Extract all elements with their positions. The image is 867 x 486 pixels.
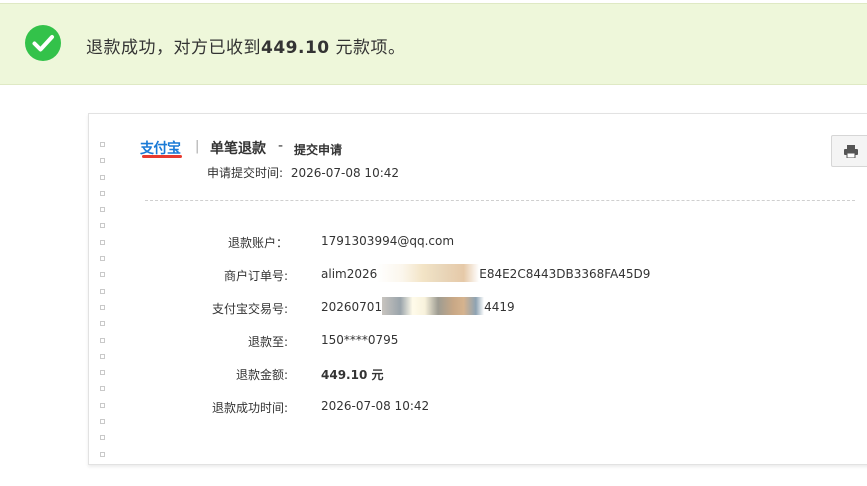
field-label: 退款成功时间: [211, 401, 288, 415]
success-banner: 退款成功，对方已收到449.10 元款项。 [0, 3, 867, 85]
print-button[interactable] [831, 135, 867, 167]
refund-success-time-value: 2026-07-08 10:42 [321, 399, 430, 413]
field-label: 退款金额: [235, 368, 288, 382]
check-circle-icon [25, 25, 61, 61]
refund-amount: 449.10 [261, 38, 330, 58]
field-label: 商户订单号: [223, 269, 288, 283]
success-message: 退款成功，对方已收到449.10 元款项。 [86, 38, 406, 58]
submit-time-value: 2026-07-08 10:42 [290, 166, 400, 180]
refund-receipt: 支付宝 | 单笔退款 - 提交申请 申请提交时间: 2026-07-08 10:… [88, 113, 867, 465]
printer-icon [844, 145, 858, 158]
title-dash: - [278, 138, 284, 154]
field-row: 退款金额: 449.10 元 [89, 366, 789, 386]
field-row: 退款成功时间: 2026-07-08 10:42 [89, 399, 789, 419]
alipay-trade-value: 20260701 4419 [321, 297, 515, 315]
field-row: 退款至: 150****0795 [89, 333, 789, 353]
field-row: 退款账户： 1791303994@qq.com [89, 234, 789, 254]
submit-time: 申请提交时间: 2026-07-08 10:42 [207, 164, 399, 181]
alipay-logo: 支付宝 [140, 141, 182, 158]
field-row: 支付宝交易号: 20260701 4419 [89, 297, 789, 320]
field-label: 退款账户： [227, 236, 288, 250]
redaction-blur [377, 264, 480, 282]
refund-to-value: 150****0795 [321, 333, 399, 347]
field-label: 支付宝交易号: [211, 302, 288, 316]
merchant-order-value: alim2026 E84E2C8443DB3368FA45D9 [321, 264, 650, 282]
submit-time-label: 申请提交时间: [207, 166, 284, 180]
page-subtitle: 提交申请 [294, 143, 343, 157]
refund-amount-value: 449.10 元 [321, 368, 384, 382]
field-row: 商户订单号: alim2026 E84E2C8443DB3368FA45D9 [89, 264, 789, 287]
redaction-blur [382, 297, 485, 315]
page-title: 单笔退款 [210, 141, 266, 157]
title-separator: | [195, 139, 200, 154]
dashed-divider [145, 200, 855, 201]
refund-account-value: 1791303994@qq.com [321, 234, 455, 248]
field-label: 退款至: [247, 335, 288, 349]
